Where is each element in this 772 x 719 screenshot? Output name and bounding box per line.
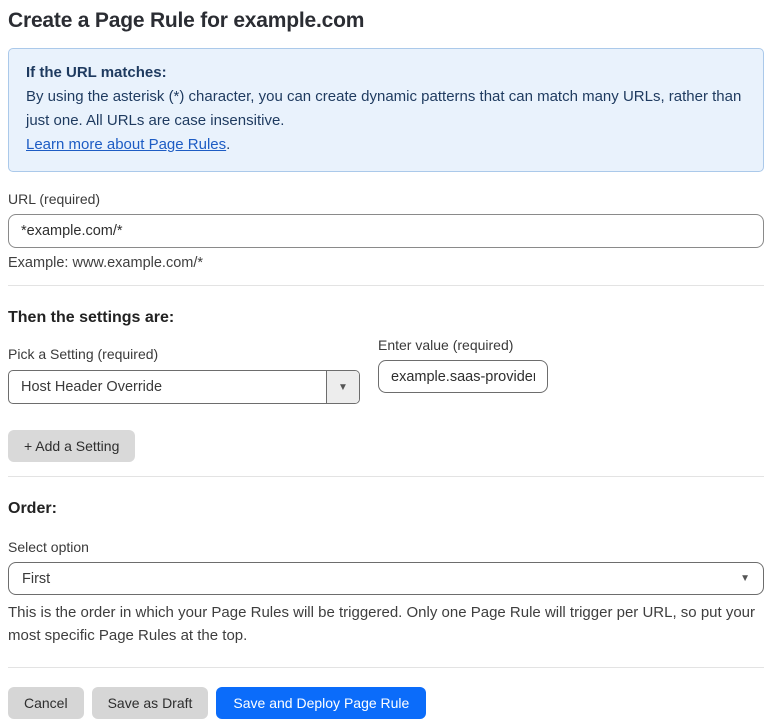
- page-title: Create a Page Rule for example.com: [8, 9, 365, 32]
- order-select-label: Select option: [8, 539, 89, 555]
- order-help-text: This is the order in which your Page Rul…: [8, 604, 756, 644]
- dropdown-caret-icon: ▼: [740, 573, 750, 584]
- divider: [8, 285, 764, 286]
- url-example-hint: Example: www.example.com/*: [8, 255, 204, 271]
- setting-dropdown-value: Host Header Override: [21, 379, 163, 395]
- cancel-button[interactable]: Cancel: [8, 687, 84, 719]
- settings-section-heading: Then the settings are:: [8, 309, 175, 326]
- divider: [8, 667, 764, 668]
- url-input[interactable]: [8, 214, 764, 248]
- settings-row: Pick a Setting (required) Host Header Ov…: [8, 327, 764, 404]
- order-select-value: First: [22, 570, 51, 587]
- learn-more-link[interactable]: Learn more about Page Rules: [26, 136, 226, 153]
- setting-value-input[interactable]: [378, 360, 548, 393]
- enter-value-label: Enter value (required): [378, 337, 514, 353]
- pick-setting-label: Pick a Setting (required): [8, 346, 159, 362]
- divider: [8, 476, 764, 477]
- dropdown-caret-icon[interactable]: ▼: [326, 371, 359, 403]
- save-and-deploy-button[interactable]: Save and Deploy Page Rule: [216, 687, 427, 719]
- save-as-draft-button[interactable]: Save as Draft: [91, 687, 209, 719]
- setting-dropdown[interactable]: Host Header Override ▼: [8, 370, 360, 404]
- order-section-heading: Order:: [8, 500, 57, 517]
- add-setting-button[interactable]: + Add a Setting: [8, 430, 136, 462]
- url-field-label: URL (required): [8, 191, 101, 207]
- info-box-body: By using the asterisk (*) character, you…: [26, 88, 742, 129]
- order-select[interactable]: First ▼: [8, 562, 764, 595]
- pick-setting-column: Pick a Setting (required) Host Header Ov…: [8, 327, 360, 404]
- enter-value-column: Enter value (required): [378, 337, 548, 404]
- info-box-heading: If the URL matches:: [26, 64, 167, 81]
- link-suffix: .: [226, 136, 231, 153]
- footer-actions: Cancel Save as Draft Save and Deploy Pag…: [8, 687, 764, 719]
- info-box-link-line: Learn more about Page Rules.: [26, 133, 747, 157]
- url-match-info-box: If the URL matches: By using the asteris…: [8, 48, 764, 172]
